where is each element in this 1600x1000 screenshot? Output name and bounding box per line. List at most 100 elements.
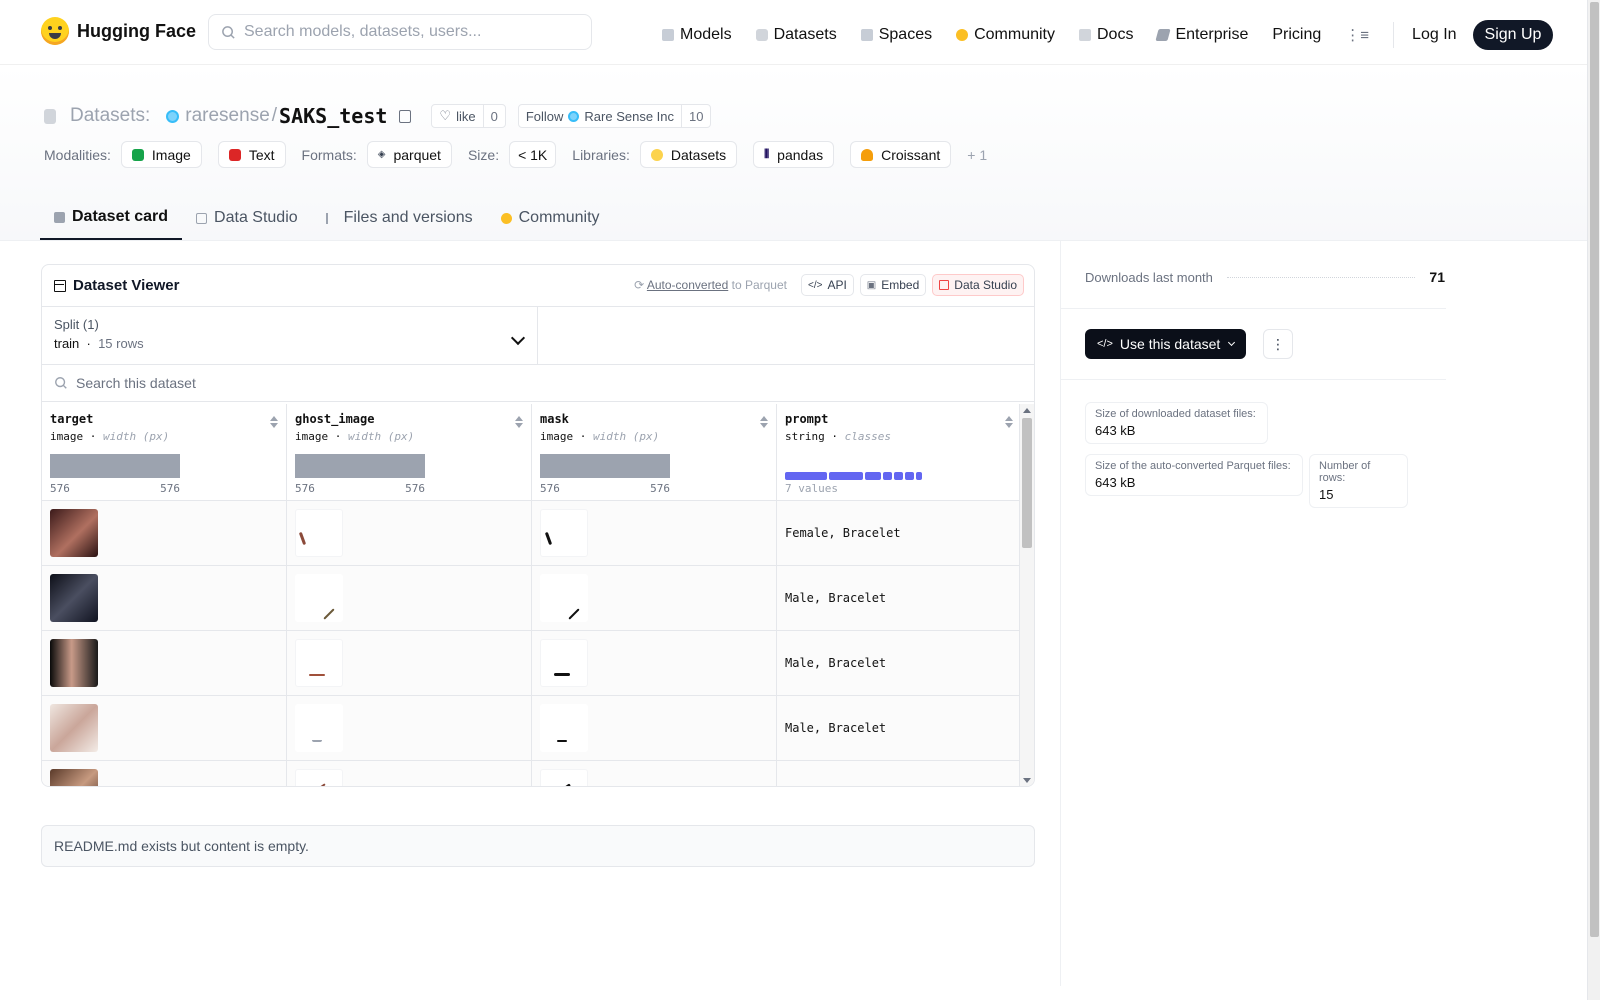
- api-button[interactable]: </> API: [800, 274, 854, 296]
- table-row[interactable]: Female, Bracelet: [42, 501, 1021, 566]
- ghost-image[interactable]: [295, 769, 343, 786]
- class-segment[interactable]: [883, 472, 892, 480]
- data-studio-icon: [939, 280, 950, 290]
- nav-pricing[interactable]: Pricing: [1272, 26, 1321, 44]
- tab-dataset-card[interactable]: Dataset card: [40, 196, 183, 240]
- target-image[interactable]: [50, 639, 98, 687]
- tag-size[interactable]: < 1K: [509, 141, 557, 168]
- column-target[interactable]: target image · width (px) 576 576: [42, 404, 287, 500]
- copy-icon[interactable]: [399, 109, 412, 123]
- data-studio-button[interactable]: Data Studio: [932, 274, 1024, 296]
- tag-text[interactable]: Text: [217, 141, 286, 168]
- scroll-down-icon[interactable]: [1023, 778, 1031, 783]
- page-scrollbar[interactable]: [1587, 0, 1600, 1000]
- ghost-image[interactable]: [295, 509, 343, 557]
- dataset-search[interactable]: [42, 365, 1034, 402]
- tab-community[interactable]: Community: [487, 196, 614, 240]
- dataset-search-input[interactable]: [76, 375, 476, 391]
- page-scrollbar-thumb[interactable]: [1590, 2, 1599, 937]
- nav-enterprise[interactable]: Enterprise: [1155, 26, 1248, 44]
- tag-croissant[interactable]: Croissant: [850, 141, 952, 168]
- nav-community[interactable]: Community: [956, 26, 1055, 44]
- target-image[interactable]: [50, 704, 98, 752]
- tab-data-studio[interactable]: Data Studio: [182, 196, 312, 240]
- more-libraries[interactable]: + 1: [967, 147, 987, 163]
- table-row[interactable]: Male, Bracelet: [42, 566, 1021, 631]
- nav-models[interactable]: Models: [662, 26, 732, 44]
- mask-image[interactable]: [540, 639, 588, 687]
- table-row[interactable]: Male, Bracelet: [42, 631, 1021, 696]
- auto-converted-note[interactable]: ⟳ Auto-converted to Parquet: [634, 278, 787, 292]
- spaces-icon: [860, 29, 873, 41]
- column-ghost-image[interactable]: ghost_image image · width (px) 576 576: [287, 404, 532, 500]
- class-segment[interactable]: [916, 472, 922, 480]
- histogram-bar[interactable]: [50, 454, 180, 478]
- kebab-icon: ⋮: [1271, 335, 1285, 352]
- ghost-image[interactable]: [295, 704, 343, 752]
- target-image[interactable]: [50, 574, 98, 622]
- tag-image[interactable]: Image: [120, 141, 202, 168]
- ghost-image[interactable]: [295, 574, 343, 622]
- tag-datasets-lib[interactable]: Datasets: [639, 141, 738, 168]
- prompt-cell[interactable]: [777, 761, 1021, 786]
- histogram-bar[interactable]: [295, 454, 425, 478]
- mask-image[interactable]: [540, 769, 588, 786]
- downloads-stat: Downloads last month 71: [1085, 269, 1445, 285]
- follow-button[interactable]: Follow Rare Sense Inc 10: [517, 104, 712, 128]
- class-distribution[interactable]: [785, 472, 922, 480]
- class-segment[interactable]: [829, 472, 863, 480]
- mask-image[interactable]: [540, 574, 588, 622]
- prompt-cell[interactable]: Male, Bracelet: [777, 566, 1021, 630]
- use-dataset-button[interactable]: </> Use this dataset: [1085, 329, 1247, 359]
- like-count: 0: [482, 105, 505, 127]
- class-segment[interactable]: [894, 472, 903, 480]
- more-options-button[interactable]: ⋮: [1263, 329, 1293, 359]
- split-dropdown[interactable]: Split (1) train · 15 rows: [42, 307, 538, 364]
- table-row[interactable]: Male, Bracelet: [42, 696, 1021, 761]
- nav-datasets[interactable]: Datasets: [755, 26, 837, 44]
- section-label[interactable]: Datasets:: [70, 105, 150, 127]
- search-icon: [55, 377, 67, 389]
- tab-files[interactable]: Files and versions: [312, 196, 487, 240]
- login-link[interactable]: Log In: [1412, 26, 1456, 44]
- ghost-image[interactable]: [295, 639, 343, 687]
- column-prompt[interactable]: prompt string · classes 7 values: [777, 404, 1021, 500]
- prompt-cell[interactable]: Female, Bracelet: [777, 501, 1021, 565]
- tag-pandas[interactable]: ⫴ pandas: [753, 141, 835, 168]
- like-button[interactable]: ♡ like 0: [431, 104, 506, 128]
- table-scrollbar[interactable]: [1019, 404, 1034, 786]
- scroll-up-icon[interactable]: [1023, 408, 1031, 413]
- histogram-bar[interactable]: [540, 454, 670, 478]
- nav-spaces[interactable]: Spaces: [860, 26, 932, 44]
- signup-button[interactable]: Sign Up: [1472, 20, 1554, 50]
- mask-image[interactable]: [540, 704, 588, 752]
- target-image[interactable]: [50, 509, 98, 557]
- code-icon: </>: [807, 279, 823, 291]
- column-mask[interactable]: mask image · width (px) 576 576: [532, 404, 777, 500]
- brand-logo[interactable]: Hugging Face: [41, 17, 196, 45]
- hugging-face-logo-icon: [41, 17, 69, 45]
- cube-icon: [54, 211, 65, 223]
- owner-link[interactable]: raresense: [185, 105, 270, 127]
- prompt-cell[interactable]: Male, Bracelet: [777, 631, 1021, 695]
- prompt-cell[interactable]: Male, Bracelet: [777, 696, 1021, 760]
- divider: [1061, 308, 1446, 309]
- scrollbar-thumb[interactable]: [1022, 418, 1032, 548]
- class-segment[interactable]: [865, 472, 881, 480]
- more-menu-icon[interactable]: ⋮≡: [1345, 26, 1369, 44]
- class-segment[interactable]: [905, 472, 914, 480]
- table-row[interactable]: [42, 761, 1021, 786]
- target-image[interactable]: [50, 769, 98, 786]
- tag-parquet[interactable]: ◈ parquet: [366, 141, 452, 168]
- global-search[interactable]: [208, 14, 592, 50]
- embed-button[interactable]: ▣ Embed: [859, 274, 927, 296]
- class-segment[interactable]: [785, 472, 827, 480]
- split-selector: Split (1) train · 15 rows: [42, 307, 1034, 365]
- nav-docs[interactable]: Docs: [1079, 26, 1133, 44]
- mask-image[interactable]: [540, 509, 588, 557]
- libraries-label: Libraries:: [572, 146, 630, 163]
- files-icon: [325, 212, 337, 224]
- croissant-icon: [861, 148, 874, 161]
- repo-name[interactable]: SAKS_test: [279, 104, 387, 128]
- global-search-input[interactable]: [244, 23, 574, 41]
